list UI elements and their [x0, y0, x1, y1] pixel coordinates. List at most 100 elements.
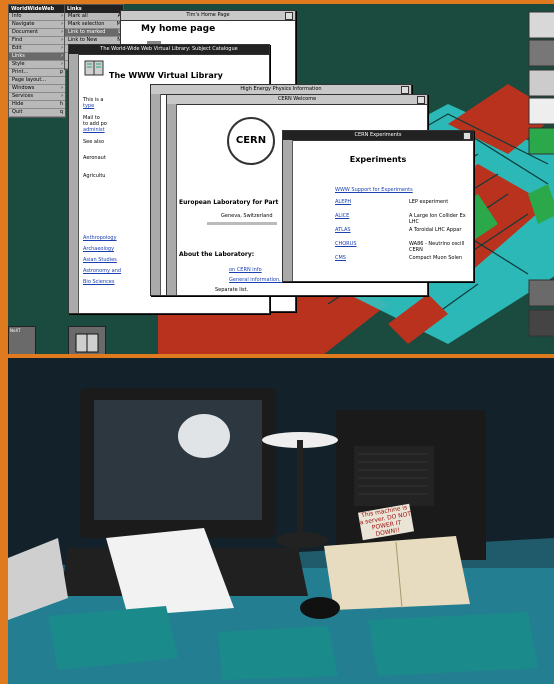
vlib-heading: The WWW Virtual Library — [109, 71, 223, 80]
menu-item-shortcut: h — [59, 101, 63, 107]
menu-item-label: Windows — [12, 85, 35, 91]
menu-item-label: Mark selection — [68, 21, 105, 27]
vlib-intro: This is a type Mail to to add po adminis… — [83, 97, 123, 179]
experiment-link[interactable]: CHORUS — [335, 241, 357, 247]
experiment-link[interactable]: CMS — [335, 255, 346, 261]
main-menu-item[interactable]: Hide h — [9, 101, 65, 109]
menu-item-label: Mark all — [68, 13, 88, 19]
worldwideweb-main-menu: WorldWideWeb Info › Navigate › Document › Find… — [8, 4, 66, 118]
book-icon — [75, 333, 99, 353]
exp-heading: Experiments — [349, 155, 407, 164]
book-icon — [84, 60, 104, 76]
menu-item-label: Quit — [12, 109, 23, 115]
experiment-row: ALICE A Large Ion Collider Ex LHC — [335, 213, 471, 227]
menu-item-label: Links — [12, 53, 25, 59]
vlib-line: Agricultu — [83, 173, 106, 179]
menu-item-shortcut: › — [61, 21, 63, 27]
main-menu-item[interactable]: Services › — [9, 93, 65, 101]
main-menu-item[interactable]: Page layout... — [9, 77, 65, 85]
dock-icons[interactable] — [528, 10, 554, 350]
experiment-link[interactable]: ALICE — [335, 213, 349, 219]
main-menu-items: Info › Navigate › Document › Find › Edit › Links › S… — [9, 13, 65, 117]
menu-item-label: Services — [12, 93, 34, 99]
miniwindow-icon[interactable] — [68, 326, 106, 354]
dock-tile[interactable]: NeXT — [8, 326, 36, 354]
links-menu-item[interactable]: Mark selection M — [65, 21, 123, 29]
menu-item-shortcut: › — [61, 53, 63, 59]
vlib-link[interactable]: administ — [83, 127, 123, 133]
subject-link[interactable]: Anthropology — [83, 235, 117, 241]
cern-lab-name: European Laboratory for Part — [179, 199, 279, 206]
links-menu-item[interactable]: Mark allA — [65, 13, 123, 21]
main-menu-item[interactable]: Quit q — [9, 109, 65, 117]
menu-item-shortcut: › — [61, 29, 63, 35]
hep-scrollbar[interactable] — [151, 94, 161, 295]
subject-link[interactable]: Asian Studies — [83, 257, 117, 263]
main-menu-item[interactable]: Edit › — [9, 45, 65, 53]
experiment-description: WA86 - Neutrino oscill CERN — [409, 241, 465, 253]
cern-logo: CERN — [227, 117, 275, 165]
main-menu-title: WorldWideWeb — [9, 5, 65, 13]
links-menu-item[interactable]: Link to markedL — [65, 29, 123, 37]
vlib-title: The World-Wide Web Virtual Library: Subj… — [100, 46, 238, 52]
menu-item-label: Edit — [12, 45, 22, 51]
hep-title: High Energy Physics Information — [240, 86, 322, 92]
experiment-description: A Toroidal LHC Appar — [409, 227, 462, 233]
close-icon[interactable] — [401, 86, 409, 94]
menu-item-label: Info — [12, 13, 22, 19]
next-computer-photo — [8, 358, 554, 684]
menu-item-label: Print... — [12, 69, 29, 75]
subject-link[interactable]: Archaeology — [83, 246, 114, 252]
main-menu-item[interactable]: Info › — [9, 13, 65, 21]
main-menu-item[interactable]: Print... p — [9, 69, 65, 77]
subject-link[interactable]: Astronomy and — [83, 268, 121, 274]
main-menu-item[interactable]: Links › — [9, 53, 65, 61]
exp-support-link[interactable]: WWW Support for Experiments — [335, 187, 413, 193]
links-menu-title: Links — [65, 5, 123, 13]
menu-item-label: Link to New — [68, 37, 98, 43]
experiment-link[interactable]: ALEPH — [335, 199, 351, 205]
home-heading: My home page — [141, 24, 216, 34]
vlib-link[interactable]: type — [83, 103, 123, 109]
menu-item-shortcut: › — [61, 37, 63, 43]
menu-item-label: Navigate — [12, 21, 35, 27]
menu-item-shortcut: q — [59, 109, 63, 115]
cern-scrollbar[interactable] — [167, 104, 177, 295]
experiment-link[interactable]: ATLAS — [335, 227, 351, 233]
photo-frame: WorldWideWeb Info › Navigate › Document › Find… — [0, 0, 554, 684]
subject-link[interactable]: Bio Sciences — [83, 279, 114, 285]
menu-item-shortcut: › — [61, 13, 63, 19]
vlib-titlebar[interactable]: The World-Wide Web Virtual Library: Subj… — [69, 45, 269, 55]
cern-bullet-link[interactable]: on CERN info — [229, 267, 262, 273]
experiment-row: CMS Compact Muon Solen — [335, 255, 471, 269]
experiment-row: ATLAS A Toroidal LHC Appar — [335, 227, 471, 241]
main-menu-item[interactable]: Find › — [9, 37, 65, 45]
close-icon[interactable] — [417, 96, 425, 104]
cern-location: Geneva, Switzerland — [221, 213, 273, 219]
experiment-row: ALEPH LEP experiment — [335, 199, 471, 213]
experiments-window[interactable]: CERN Experiments Experiments WWW Support… — [282, 130, 474, 282]
main-menu-item[interactable]: Style › — [9, 61, 65, 69]
cern-title: CERN Welcome — [277, 96, 317, 102]
close-icon[interactable] — [285, 12, 293, 20]
menu-item-label: Link to marked — [68, 29, 106, 35]
home-window-title: Tim's Home Page — [186, 12, 230, 18]
main-menu-item[interactable]: Document › — [9, 29, 65, 37]
menu-item-shortcut: › — [61, 85, 63, 91]
vlib-scrollbar[interactable] — [69, 54, 79, 313]
experiment-description: LEP experiment — [409, 199, 449, 205]
menu-item-shortcut: › — [61, 93, 63, 99]
experiment-row: CHORUS WA86 - Neutrino oscill CERN — [335, 241, 471, 255]
close-icon[interactable] — [463, 132, 471, 140]
menu-item-label: Page layout... — [12, 77, 47, 83]
cern-titlebar[interactable]: CERN Welcome — [167, 95, 427, 105]
exp-title: CERN Experiments — [354, 132, 402, 138]
home-window-titlebar[interactable]: Tim's Home Page — [121, 11, 295, 21]
main-menu-item[interactable]: Windows › — [9, 85, 65, 93]
cern-about: About the Laboratory: — [179, 251, 255, 258]
main-menu-item[interactable]: Navigate › — [9, 21, 65, 29]
experiment-description: A Large Ion Collider Ex LHC — [409, 213, 466, 225]
exp-titlebar[interactable]: CERN Experiments — [283, 131, 473, 141]
menu-item-label: Document — [12, 29, 38, 35]
cern-separate: Separate list. — [215, 287, 249, 293]
